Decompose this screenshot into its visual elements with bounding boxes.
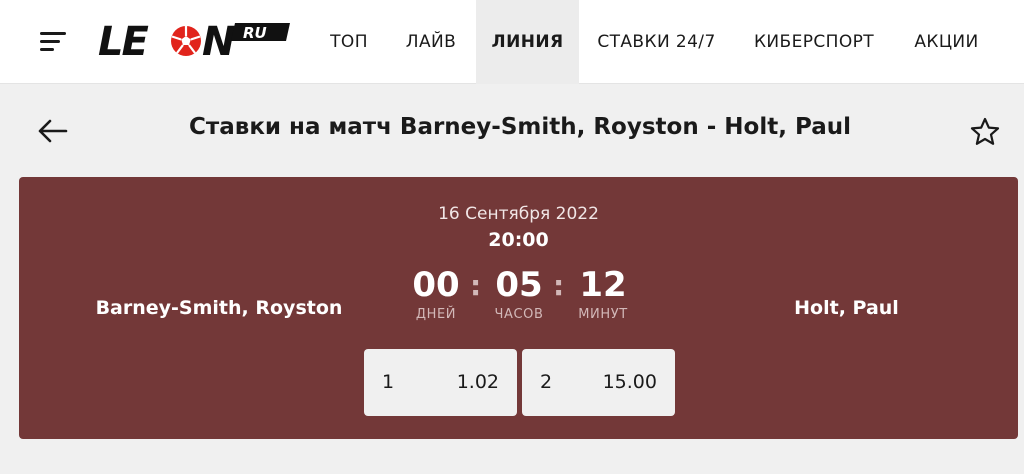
countdown-hours-label: ЧАСОВ	[494, 307, 544, 322]
countdown-days: 00 ДНЕЙ	[391, 265, 481, 322]
nav-item-line[interactable]: ЛИНИЯ	[476, 0, 579, 84]
match-date: 16 Сентября 2022	[438, 204, 599, 224]
countdown-minutes: 12 МИНУТ	[558, 265, 648, 322]
nav-item-top[interactable]: ТОП	[312, 0, 386, 84]
odd-button-away-win[interactable]: 2 15.00	[522, 349, 675, 416]
countdown-timer: 00 ДНЕЙ : 05 ЧАСОВ : 12 МИНУТ	[19, 265, 1018, 335]
nav-item-promotions[interactable]: АКЦИИ	[894, 0, 999, 84]
nav-item-live[interactable]: ЛАЙВ	[386, 0, 476, 84]
page-title: Ставки на матч Barney-Smith, Royston - H…	[189, 114, 851, 140]
odd-value: 15.00	[602, 371, 657, 393]
leon-logo[interactable]: LE N RU	[98, 19, 290, 65]
countdown-days-label: ДНЕЙ	[415, 307, 457, 322]
top-header: LE N RU ТОП ЛАЙВ ЛИНИЯ СТАВКИ 24/7 КИБЕР…	[0, 0, 1024, 84]
logo-text-n: N	[202, 21, 235, 61]
hamburger-menu-icon[interactable]	[40, 30, 66, 52]
logo-text-le: LE	[98, 21, 148, 61]
logo-ru-text: RU	[243, 24, 267, 42]
favorite-star-icon[interactable]	[969, 116, 1001, 148]
match-time: 20:00	[488, 229, 549, 251]
match-card: 16 Сентября 2022 20:00 Barney-Smith, Roy…	[19, 177, 1018, 439]
soccer-ball-icon	[171, 26, 201, 56]
nav-item-esports[interactable]: КИБЕРСПОРТ	[734, 0, 894, 84]
countdown-hours-value: 05	[495, 265, 543, 305]
odd-button-home-win[interactable]: 1 1.02	[364, 349, 517, 416]
countdown-minutes-label: МИНУТ	[578, 307, 628, 322]
odd-name: 1	[382, 371, 395, 393]
back-arrow-icon[interactable]	[36, 116, 70, 146]
nav-item-bets-24-7[interactable]: СТАВКИ 24/7	[579, 0, 734, 84]
countdown-hours: 05 ЧАСОВ	[474, 265, 564, 322]
countdown-days-value: 00	[412, 265, 460, 305]
logo-graphic: LE N RU	[98, 19, 290, 65]
main-nav: ТОП ЛАЙВ ЛИНИЯ СТАВКИ 24/7 КИБЕРСПОРТ АК…	[312, 0, 999, 84]
odd-value: 1.02	[456, 371, 499, 393]
countdown-minutes-value: 12	[579, 265, 627, 305]
odd-name: 2	[540, 371, 553, 393]
